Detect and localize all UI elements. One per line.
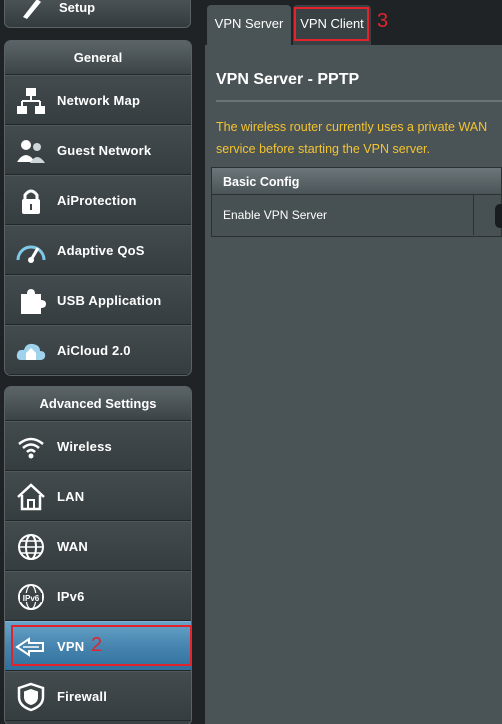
sidebar-item-label: Guest Network bbox=[57, 143, 152, 158]
svg-text:IPv6: IPv6 bbox=[23, 594, 40, 603]
sidebar-item-label: VPN bbox=[57, 639, 85, 654]
row-divider bbox=[473, 195, 474, 235]
ipv6-globe-icon: IPv6 bbox=[18, 584, 44, 610]
sidebar-item-aicloud[interactable]: AiCloud 2.0 bbox=[5, 325, 191, 375]
sidebar-item-label: Wireless bbox=[57, 439, 112, 454]
sidebar-item-wireless[interactable]: Wireless bbox=[5, 421, 191, 471]
shield-icon bbox=[17, 682, 45, 712]
sidebar-item-label: Network Map bbox=[57, 93, 141, 108]
advanced-settings-section: Advanced Settings Wireless LAN WAN IPv6 … bbox=[4, 386, 192, 724]
globe-icon bbox=[18, 534, 44, 560]
enable-vpn-server-row: Enable VPN Server bbox=[211, 195, 502, 237]
enable-vpn-server-label: Enable VPN Server bbox=[223, 208, 328, 222]
sidebar-item-label: WAN bbox=[57, 539, 88, 554]
sidebar-item-label: AiCloud 2.0 bbox=[57, 343, 131, 358]
house-icon bbox=[17, 483, 45, 511]
sidebar-item-lan[interactable]: LAN bbox=[5, 471, 191, 521]
tab-vpn-server[interactable]: VPN Server bbox=[207, 5, 291, 45]
sidebar-item-label: Adaptive QoS bbox=[57, 243, 145, 258]
sidebar-item-label: Firewall bbox=[57, 689, 108, 704]
notice-line: service before starting the VPN server. bbox=[216, 142, 430, 156]
gauge-icon bbox=[16, 245, 46, 263]
sidebar-item-guest-network[interactable]: Guest Network bbox=[5, 125, 191, 175]
advanced-settings-header: Advanced Settings bbox=[5, 387, 191, 421]
general-section: General Network Map Guest Network AiProt… bbox=[4, 40, 192, 376]
sidebar-item-ipv6[interactable]: IPv6 IPv6 bbox=[5, 571, 191, 621]
sidebar-item-label: USB Application bbox=[57, 293, 162, 308]
vpn-icon bbox=[15, 637, 44, 657]
sidebar-item-vpn[interactable]: VPN 2 bbox=[5, 621, 191, 671]
sidebar-item-label: IPv6 bbox=[57, 589, 85, 604]
notice-line: The wireless router currently uses a pri… bbox=[216, 120, 488, 134]
notice-text: The wireless router currently uses a pri… bbox=[216, 116, 502, 160]
puzzle-icon bbox=[21, 289, 46, 314]
wifi-icon bbox=[18, 437, 44, 459]
guest-network-icon bbox=[17, 140, 45, 163]
annotation-number: 2 bbox=[91, 634, 103, 656]
sidebar-item-wan[interactable]: WAN bbox=[5, 521, 191, 571]
title-divider bbox=[216, 100, 502, 102]
annotation-box bbox=[294, 7, 369, 41]
setup-label: Setup bbox=[59, 0, 96, 15]
lock-icon bbox=[22, 189, 40, 214]
sidebar-item-aiprotection[interactable]: AiProtection bbox=[5, 175, 191, 225]
network-map-icon bbox=[17, 88, 45, 114]
wand-icon bbox=[23, 0, 41, 19]
cloud-home-icon bbox=[16, 343, 46, 360]
setup-button[interactable]: Setup bbox=[4, 0, 191, 28]
enable-vpn-server-toggle[interactable] bbox=[495, 204, 502, 228]
page-title: VPN Server - PPTP bbox=[216, 71, 360, 88]
main-content: VPN Server VPN Client 3 VPN Server - PPT… bbox=[205, 0, 502, 724]
tab-bar: VPN Server VPN Client 3 bbox=[205, 0, 502, 45]
sidebar-item-network-map[interactable]: Network Map bbox=[5, 75, 191, 125]
annotation-number: 3 bbox=[377, 10, 389, 32]
sidebar-item-label: LAN bbox=[57, 489, 85, 504]
sidebar: Setup General Network Map Guest Network bbox=[0, 0, 198, 724]
general-header: General bbox=[5, 41, 191, 75]
sidebar-item-label: AiProtection bbox=[57, 193, 137, 208]
sidebar-item-usb-application[interactable]: USB Application bbox=[5, 275, 191, 325]
basic-config-header: Basic Config bbox=[211, 167, 502, 195]
sidebar-item-firewall[interactable]: Firewall bbox=[5, 671, 191, 721]
basic-config-table: Basic Config Enable VPN Server bbox=[211, 167, 502, 237]
sidebar-item-adaptive-qos[interactable]: Adaptive QoS bbox=[5, 225, 191, 275]
